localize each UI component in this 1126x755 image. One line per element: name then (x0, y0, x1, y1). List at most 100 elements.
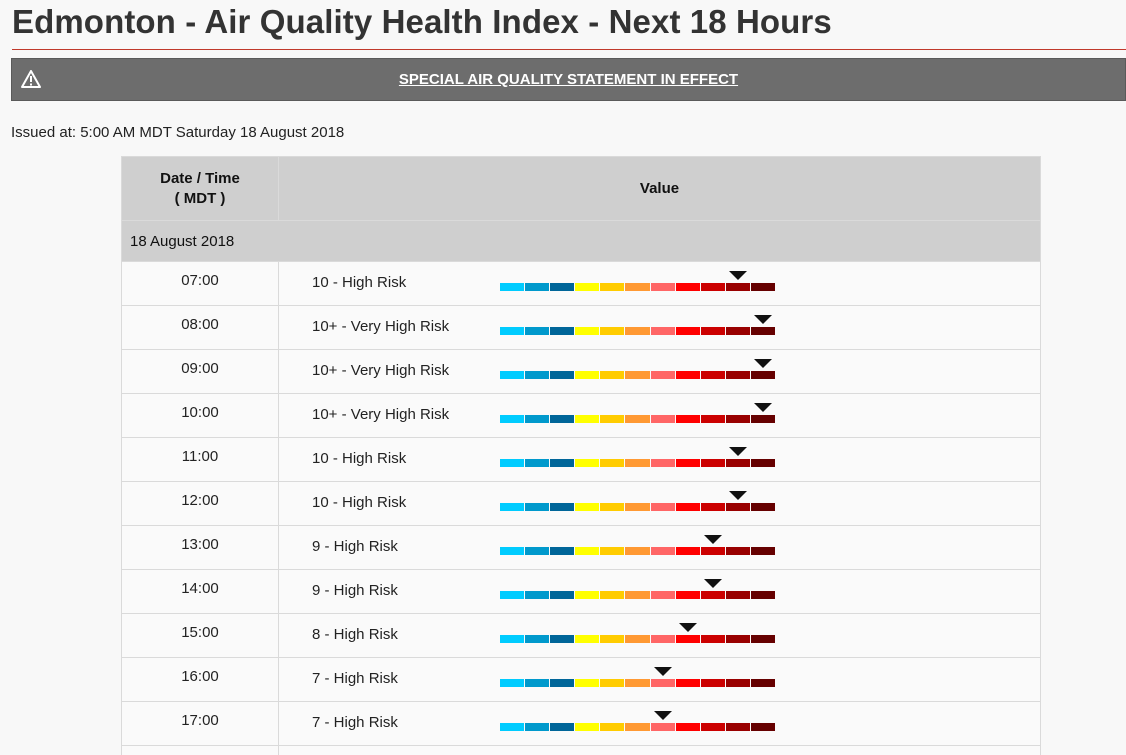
scale-segment (550, 459, 575, 467)
scale-segment (600, 503, 625, 511)
aqhi-color-scale (500, 723, 776, 731)
scale-segment (650, 283, 675, 291)
row-value: 10 - High Risk (278, 437, 1041, 482)
scale-segment (700, 415, 725, 423)
scale-segment (725, 283, 750, 291)
aqhi-level-marker-icon (753, 403, 772, 412)
title-divider (12, 49, 1126, 50)
scale-segment (750, 591, 776, 599)
scale-segment (750, 459, 776, 467)
date-group-label: 18 August 2018 (121, 220, 1041, 262)
scale-segment (675, 591, 700, 599)
scale-segment (500, 679, 525, 687)
scale-segment (700, 635, 725, 643)
scale-segment (725, 327, 750, 335)
scale-segment (650, 679, 675, 687)
scale-segment (500, 503, 525, 511)
scale-segment (725, 547, 750, 555)
row-risk-label: 10 - High Risk (312, 274, 407, 291)
table-row: 14:00 9 - High Risk (121, 569, 1041, 614)
scale-segment (575, 283, 600, 291)
row-time (121, 745, 279, 755)
row-value: 7 - High Risk (278, 701, 1041, 746)
special-air-quality-statement-link[interactable]: SPECIAL AIR QUALITY STATEMENT IN EFFECT (12, 71, 1125, 88)
aqhi-level-marker-icon (728, 447, 747, 456)
scale-segment (650, 459, 675, 467)
row-value: 9 - High Risk (278, 525, 1041, 570)
row-value: 10+ - Very High Risk (278, 349, 1041, 394)
scale-segment (650, 503, 675, 511)
table-row: 16:00 7 - High Risk (121, 657, 1041, 702)
scale-segment (625, 503, 650, 511)
scale-segment (575, 415, 600, 423)
scale-segment (750, 371, 776, 379)
scale-segment (725, 679, 750, 687)
scale-segment (650, 371, 675, 379)
scale-segment (550, 723, 575, 731)
table-row: 08:00 10+ - Very High Risk (121, 305, 1041, 350)
scale-segment (650, 591, 675, 599)
scale-segment (500, 459, 525, 467)
scale-segment (750, 679, 776, 687)
scale-segment (700, 547, 725, 555)
row-risk-label: 10+ - Very High Risk (312, 318, 450, 335)
scale-segment (575, 635, 600, 643)
aqhi-color-scale (500, 679, 776, 687)
scale-segment (550, 591, 575, 599)
scale-segment (625, 371, 650, 379)
table-row: 13:00 9 - High Risk (121, 525, 1041, 570)
scale-segment (575, 679, 600, 687)
row-risk-label: 10 - High Risk (312, 450, 407, 467)
scale-segment (750, 723, 776, 731)
scale-segment (550, 547, 575, 555)
scale-segment (675, 503, 700, 511)
scale-segment (550, 635, 575, 643)
aqhi-color-scale (500, 503, 776, 511)
row-time: 16:00 (121, 657, 279, 702)
scale-segment (675, 283, 700, 291)
table-row: 09:00 10+ - Very High Risk (121, 349, 1041, 394)
scale-segment (700, 503, 725, 511)
aqhi-color-scale (500, 591, 776, 599)
scale-segment (725, 415, 750, 423)
row-value: 10 - High Risk (278, 481, 1041, 526)
aqhi-color-scale (500, 283, 776, 291)
scale-segment (500, 283, 525, 291)
table-row: 12:00 10 - High Risk (121, 481, 1041, 526)
scale-segment (750, 415, 776, 423)
scale-segment (700, 591, 725, 599)
scale-segment (750, 635, 776, 643)
scale-segment (525, 459, 550, 467)
scale-segment (750, 503, 776, 511)
scale-segment (650, 635, 675, 643)
scale-segment (675, 547, 700, 555)
aqhi-color-scale (500, 459, 776, 467)
table-row: 15:00 8 - High Risk (121, 613, 1041, 658)
scale-segment (500, 635, 525, 643)
header-date-time-line1: Date / Time (160, 169, 240, 187)
scale-segment (575, 723, 600, 731)
scale-segment (575, 371, 600, 379)
aqhi-level-marker-icon (678, 623, 697, 632)
scale-segment (525, 283, 550, 291)
row-value: 9 - High Risk (278, 569, 1041, 614)
scale-segment (725, 591, 750, 599)
scale-segment (675, 371, 700, 379)
aqhi-forecast-table: Date / Time ( MDT ) Value 18 August 2018… (121, 156, 1041, 755)
aqhi-level-marker-icon (653, 711, 672, 720)
aqhi-color-scale (500, 415, 776, 423)
scale-segment (525, 591, 550, 599)
scale-segment (675, 635, 700, 643)
scale-segment (525, 503, 550, 511)
scale-segment (600, 371, 625, 379)
scale-segment (750, 547, 776, 555)
scale-segment (625, 283, 650, 291)
aqhi-color-scale (500, 371, 776, 379)
scale-segment (500, 327, 525, 335)
scale-segment (550, 679, 575, 687)
aqhi-level-marker-icon (728, 271, 747, 280)
table-row: 11:00 10 - High Risk (121, 437, 1041, 482)
page-title: Edmonton - Air Quality Health Index - Ne… (12, 3, 832, 40)
scale-segment (600, 459, 625, 467)
scale-segment (525, 679, 550, 687)
